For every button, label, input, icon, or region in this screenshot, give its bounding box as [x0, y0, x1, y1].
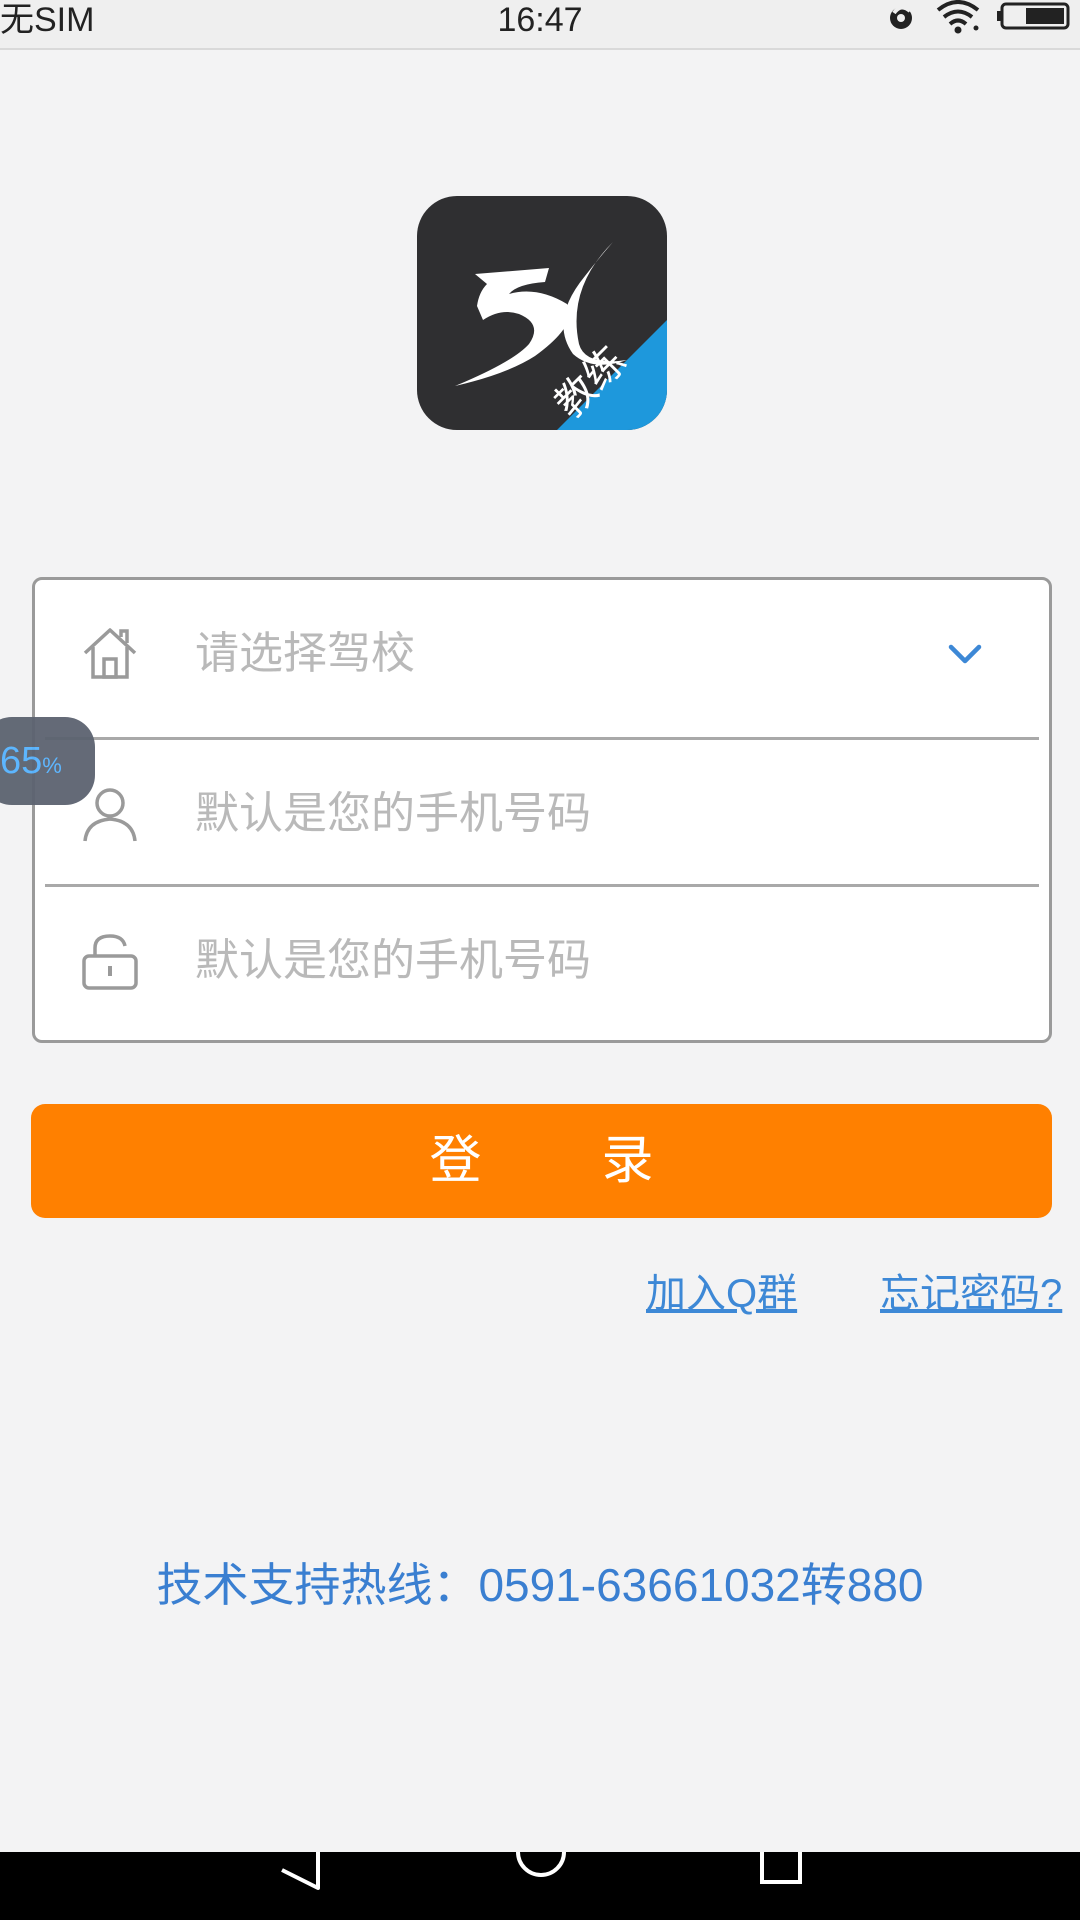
recents-icon[interactable] — [758, 1852, 804, 1893]
badge-unit: % — [42, 753, 62, 778]
status-bar: 无SIM 16:47 — [0, 0, 1080, 50]
forgot-password-link[interactable]: 忘记密码? — [880, 1264, 1062, 1324]
status-icons — [886, 0, 1072, 40]
support-hotline: 技术支持热线：0591-63661032转880 — [156, 1559, 924, 1611]
school-select[interactable]: 请选择驾校 — [35, 580, 1049, 727]
join-qq-group-link[interactable]: 加入Q群 — [646, 1264, 797, 1324]
navigation-bar — [0, 1827, 1080, 1920]
battery-icon — [996, 1, 1072, 40]
floating-memory-badge[interactable]: 65% — [0, 717, 95, 805]
back-icon[interactable] — [276, 1852, 326, 1897]
house-icon — [79, 623, 141, 685]
lock-icon — [79, 930, 141, 992]
alarm-icon — [886, 0, 920, 42]
app-logo — [417, 196, 667, 430]
login-button[interactable]: 登录 — [31, 1104, 1052, 1218]
school-select-placeholder: 请选择驾校 — [195, 629, 415, 678]
wifi-icon — [934, 0, 982, 43]
login-form: 请选择驾校 默认是您的手机号码 默认是您的手机号码 — [32, 577, 1052, 1043]
password-field[interactable]: 默认是您的手机号码 — [35, 887, 1049, 1034]
phone-field-placeholder: 默认是您的手机号码 — [195, 789, 591, 838]
home-icon[interactable] — [514, 1827, 568, 1897]
chevron-down-icon[interactable] — [945, 639, 985, 669]
badge-value: 65 — [0, 740, 43, 782]
phone-field[interactable]: 默认是您的手机号码 — [35, 740, 1049, 887]
password-field-placeholder: 默认是您的手机号码 — [195, 936, 591, 985]
